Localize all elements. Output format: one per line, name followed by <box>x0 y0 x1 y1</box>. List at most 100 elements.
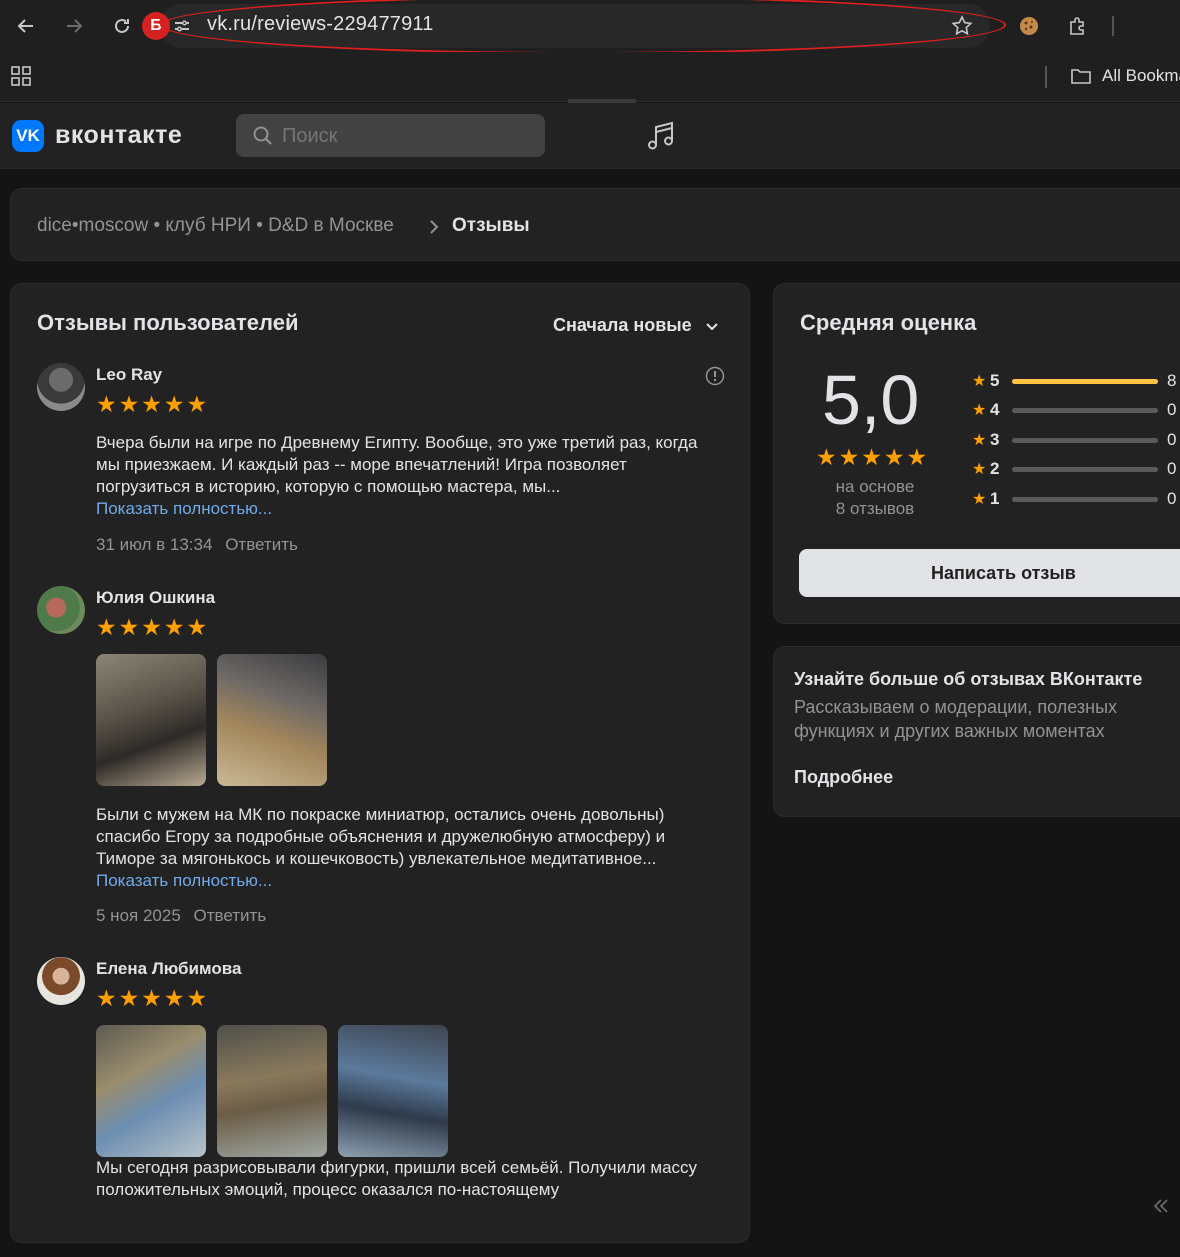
collapse-chevrons-icon[interactable] <box>1152 1198 1170 1214</box>
average-score: 5,0 <box>822 361 920 439</box>
bookmark-folder-all[interactable]: All Bookma <box>1102 66 1180 86</box>
learn-more-title: Узнайте больше об отзывах ВКонтакте <box>794 669 1143 689</box>
review-photo[interactable] <box>217 1025 327 1157</box>
review-photo[interactable] <box>217 654 327 786</box>
rating-bar-label: 3 <box>990 430 1000 449</box>
toolbar-divider <box>1112 16 1114 36</box>
learn-more-link[interactable]: Подробнее <box>794 767 893 788</box>
rating-bar-count: 0 <box>1167 430 1177 449</box>
learn-more-text: Рассказываем о модерации, полезных функц… <box>794 697 1118 741</box>
avatar[interactable] <box>37 363 85 411</box>
star-icon: ★ <box>816 444 837 470</box>
music-icon[interactable] <box>646 120 676 157</box>
star-icon: ★ <box>96 985 117 1011</box>
star-icon: ★ <box>118 985 140 1011</box>
breadcrumb-current: Отзывы <box>452 215 530 236</box>
rating-bar-count: 0 <box>1167 489 1177 508</box>
report-icon[interactable] <box>705 366 725 386</box>
review-text: Мы сегодня разрисовывали фигурки, пришли… <box>96 1157 716 1201</box>
star-icon: ★ <box>118 391 140 417</box>
star-icon: ★ <box>906 444 928 470</box>
url-text[interactable]: vk.ru/reviews-229477911 <box>207 13 434 36</box>
review-date: 5 ноя 2025 <box>96 906 181 925</box>
rating-bar-track <box>1012 467 1158 472</box>
review-text: Были с мужем на МК по покраске миниатюр,… <box>96 804 716 892</box>
cookie-extension-button[interactable] <box>1013 10 1045 42</box>
review-author[interactable]: Leo Ray <box>96 365 162 385</box>
apps-grid-icon[interactable] <box>10 65 32 92</box>
reload-button[interactable] <box>106 10 138 42</box>
rating-bar-count: 8 <box>1167 371 1177 390</box>
review-photo[interactable] <box>96 654 206 786</box>
star-icon: ★ <box>972 461 987 478</box>
vk-header: VK вконтакте <box>0 99 1180 169</box>
star-icon: ★ <box>96 391 117 417</box>
star-icon: ★ <box>883 444 905 470</box>
review-body: Были с мужем на МК по покраске миниатюр,… <box>96 805 666 868</box>
folder-icon <box>1070 66 1092 91</box>
bookmarks-divider <box>1045 66 1047 88</box>
learn-more-panel: Узнайте больше об отзывах ВКонтакте Расс… <box>773 646 1180 817</box>
vk-logo-text[interactable]: вконтакте <box>55 121 182 150</box>
bookmarks-bar: All Bookma <box>0 52 1180 102</box>
show-more-link[interactable]: Показать полностью... <box>96 499 272 518</box>
review-meta: 31 июл в 13:34 Ответить <box>96 535 306 555</box>
chevron-down-icon <box>705 323 718 331</box>
review-author[interactable]: Юлия Ошкина <box>96 588 215 608</box>
review-body: Мы сегодня разрисовывали фигурки, пришли… <box>96 1158 698 1199</box>
rating-bar-label: 1 <box>990 489 1000 508</box>
profile-badge[interactable]: Б <box>142 12 170 40</box>
avatar[interactable] <box>37 957 85 1005</box>
star-icon: ★ <box>186 391 208 417</box>
sort-dropdown[interactable]: Сначала новые <box>553 315 719 336</box>
forward-button[interactable] <box>58 10 90 42</box>
rating-bar-label: 5 <box>990 371 1000 390</box>
search-input[interactable] <box>282 125 532 148</box>
rating-bar-count: 0 <box>1167 400 1177 419</box>
rating-bar-row: ★ 5 8 <box>972 371 1180 391</box>
breadcrumb-community-link[interactable]: dice•moscow • клуб НРИ • D&D в Москве <box>37 215 394 237</box>
back-arrow-icon <box>17 19 33 33</box>
reviews-title: Отзывы пользователей <box>37 310 299 335</box>
rating-bar-row: ★ 2 0 <box>972 459 1180 479</box>
review-date: 31 июл в 13:34 <box>96 535 213 554</box>
reply-button[interactable]: Ответить <box>194 906 267 925</box>
extensions-button[interactable] <box>1062 10 1094 42</box>
review-photo[interactable] <box>338 1025 448 1157</box>
write-review-button[interactable]: Написать отзыв <box>799 549 1180 597</box>
star-icon: ★ <box>186 614 208 640</box>
star-icon: ★ <box>141 985 162 1011</box>
star-icon: ★ <box>163 391 185 417</box>
star-icon: ★ <box>141 614 162 640</box>
review-item: Елена Любимова ★ ★ ★ ★ ★ Мы сегодня разрисов… <box>37 957 727 1257</box>
review-body: Вчера были на игре по Древнему Египту. В… <box>96 433 698 496</box>
tune-icon <box>175 20 189 32</box>
rating-bar-track <box>1012 408 1158 413</box>
rating-bar-row: ★ 1 0 <box>972 489 1180 509</box>
show-more-link[interactable]: Показать полностью... <box>96 871 272 890</box>
review-author[interactable]: Елена Любимова <box>96 959 241 979</box>
star-icon: ★ <box>163 985 185 1011</box>
browser-toolbar: vk.ru/reviews-229477911 Б <box>0 0 1180 54</box>
star-icon: ★ <box>972 373 987 390</box>
back-button[interactable] <box>10 10 42 42</box>
vk-logo-mark[interactable]: VK <box>12 120 44 152</box>
based-on-line1: на основе <box>835 477 915 496</box>
review-photo[interactable] <box>96 1025 206 1157</box>
rating-bar-track <box>1012 379 1158 384</box>
search-box[interactable] <box>236 114 545 157</box>
star-icon: ★ <box>186 985 208 1011</box>
rating-stars: ★ ★ ★ ★ ★ <box>96 616 207 639</box>
avatar[interactable] <box>37 586 85 634</box>
cookie-icon <box>1020 17 1038 35</box>
bookmark-star-button[interactable] <box>946 10 978 42</box>
review-item: Leo Ray ★ ★ ★ ★ ★ Вчера были на игре по Древ… <box>37 363 727 563</box>
site-settings-icon[interactable] <box>166 10 198 42</box>
review-meta: 5 ноя 2025 Ответить <box>96 906 274 926</box>
star-icon: ★ <box>141 391 162 417</box>
sort-label: Сначала новые <box>553 315 692 335</box>
puzzle-icon <box>1070 17 1084 35</box>
rating-stars: ★ ★ ★ ★ ★ <box>96 987 207 1010</box>
reply-button[interactable]: Ответить <box>225 535 298 554</box>
rating-bar-row: ★ 4 0 <box>972 400 1180 420</box>
